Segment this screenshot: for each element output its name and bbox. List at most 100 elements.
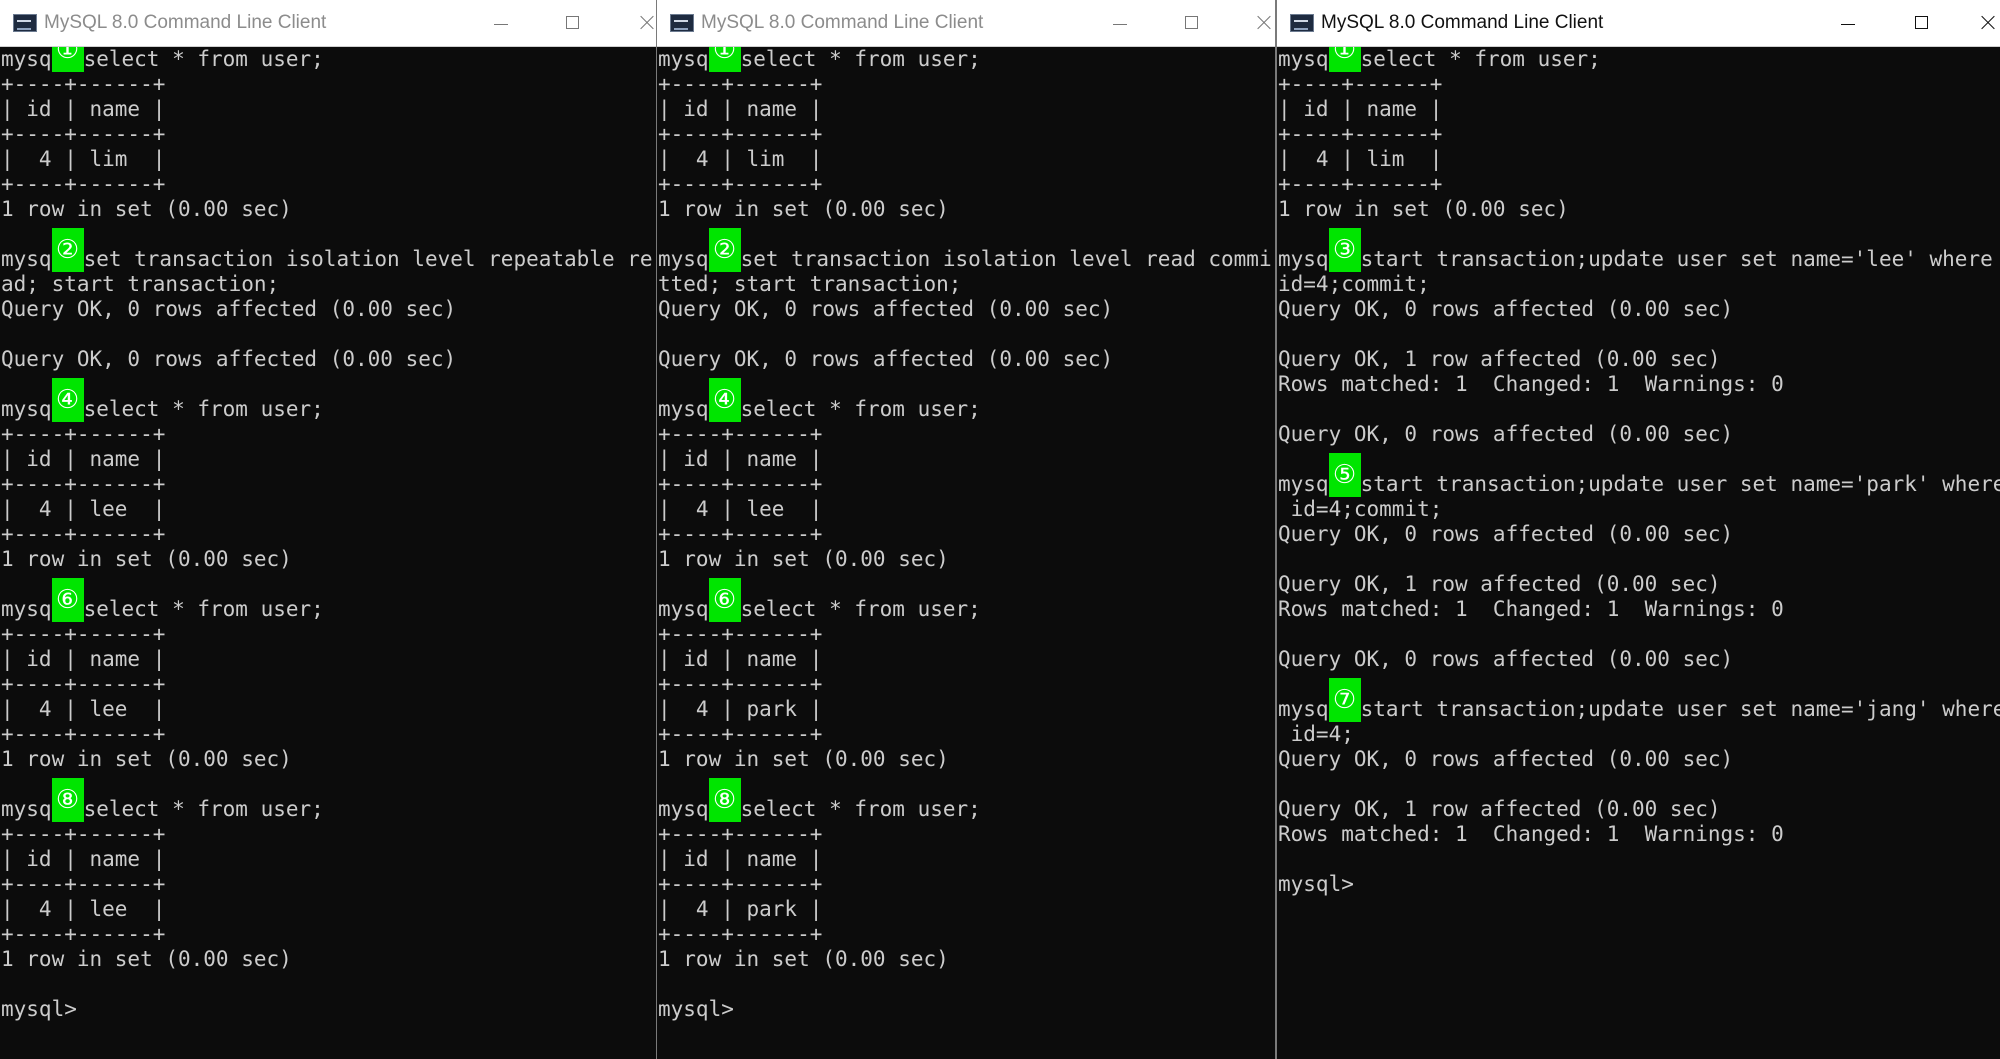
command-text: select * from user; (740, 797, 981, 821)
console-line: +----+------+ (1278, 72, 2000, 97)
console-line: | id | name | (658, 847, 1275, 872)
console-line: | id | name | (1278, 97, 2000, 122)
console-line: +----+------+ (658, 822, 1275, 847)
command-text: select * from user; (83, 597, 324, 621)
maximize-icon[interactable] (542, 0, 602, 46)
console-command-line: mysq ② set transaction isolation level rep… (1, 228, 656, 272)
title-bar[interactable]: MySQL 8.0 Command Line Client (1277, 0, 2000, 47)
step-number-badge: ⑧ (51, 778, 84, 822)
output-text: +----+------+ (658, 822, 823, 846)
minimize-icon[interactable] (1817, 0, 1877, 46)
console-command-line: mysq ⑥ select * from user; (658, 578, 1275, 622)
console-line: +----+------+ (1, 472, 656, 497)
output-text: +----+------+ (658, 872, 823, 896)
output-text: 1 row in set (0.00 sec) (658, 547, 949, 571)
console-command-line: mysq ① select * from user; (658, 47, 1275, 72)
console-command-line: mysq ⑥ select * from user; (1, 578, 656, 622)
output-text: +----+------+ (1, 722, 166, 746)
prompt-text: mysq (1278, 472, 1329, 496)
mysql-client-window-1[interactable]: MySQL 8.0 Command Line Client mysq ① selec… (0, 0, 658, 1059)
console-line: | id | name | (1, 647, 656, 672)
step-number-badge: ④ (708, 378, 741, 422)
output-text: | id | name | (658, 97, 823, 121)
prompt-text: mysq (658, 597, 709, 621)
output-text: mysql> (658, 997, 734, 1021)
console-line: 1 row in set (0.00 sec) (1, 947, 656, 972)
close-icon[interactable] (1233, 0, 1275, 46)
console-line: +----+------+ (658, 922, 1275, 947)
output-text: mysql> (1, 997, 77, 1021)
title-bar[interactable]: MySQL 8.0 Command Line Client (0, 0, 656, 47)
output-text: 1 row in set (0.00 sec) (1278, 197, 1569, 221)
output-text: | 4 | park | (658, 697, 823, 721)
minimize-icon[interactable] (1089, 0, 1149, 46)
console-line: | 4 | park | (658, 897, 1275, 922)
maximize-icon[interactable] (1161, 0, 1221, 46)
output-text: | id | name | (1, 847, 166, 871)
minimize-icon[interactable] (470, 0, 530, 46)
mysql-client-window-3[interactable]: MySQL 8.0 Command Line Client mysq ① selec… (1277, 0, 2000, 1059)
console-line: id=4;commit; (1278, 272, 2000, 297)
mysql-client-window-2[interactable]: MySQL 8.0 Command Line Client mysq ① selec… (657, 0, 1277, 1059)
console-output[interactable]: mysq ① select * from user; +----+------+ | i… (658, 47, 1275, 1059)
output-text: +----+------+ (1, 822, 166, 846)
close-icon[interactable] (616, 0, 656, 46)
title-bar[interactable]: MySQL 8.0 Command Line Client (657, 0, 1275, 47)
console-line: +----+------+ (658, 472, 1275, 497)
mysql-console-icon[interactable] (1290, 14, 1314, 32)
console-line: id=4; (1278, 722, 2000, 747)
console-line: Query OK, 0 rows affected (0.00 sec) (658, 347, 1275, 372)
console-line: Rows matched: 1 Changed: 1 Warnings: 0 (1278, 597, 2000, 622)
output-text: 1 row in set (0.00 sec) (1, 947, 292, 971)
output-text: +----+------+ (1, 672, 166, 696)
mysql-console-icon[interactable] (13, 14, 37, 32)
output-text: tted; start transaction; (658, 272, 962, 296)
console-output[interactable]: mysq ① select * from user; +----+------+ | i… (1278, 47, 2000, 1059)
console-line: +----+------+ (1, 822, 656, 847)
console-line: Query OK, 1 row affected (0.00 sec) (1278, 797, 2000, 822)
mysql-console-icon[interactable] (670, 14, 694, 32)
console-line: +----+------+ (658, 172, 1275, 197)
output-text: Query OK, 0 rows affected (0.00 sec) (1278, 647, 1734, 671)
console-line: | id | name | (1, 97, 656, 122)
console-line: +----+------+ (658, 422, 1275, 447)
console-line: 1 row in set (0.00 sec) (658, 547, 1275, 572)
prompt-text: mysq (1, 397, 52, 421)
output-text: +----+------+ (658, 72, 823, 96)
console-command-line: mysq ④ select * from user; (658, 378, 1275, 422)
command-text: select * from user; (740, 597, 981, 621)
prompt-text: mysq (1, 797, 52, 821)
window-title: MySQL 8.0 Command Line Client (1321, 12, 1604, 33)
command-text: select * from user; (1360, 47, 1601, 71)
output-text: +----+------+ (658, 622, 823, 646)
output-text: | id | name | (1278, 97, 1443, 121)
output-text: 1 row in set (0.00 sec) (1, 197, 292, 221)
console-command-line: mysq ① select * from user; (1278, 47, 2000, 72)
output-text: +----+------+ (1278, 172, 1443, 196)
console-output[interactable]: mysq ① select * from user; +----+------+ | i… (1, 47, 656, 1059)
step-number-badge: ③ (1328, 228, 1361, 272)
console-line: Query OK, 0 rows affected (0.00 sec) (1278, 747, 2000, 772)
output-text: | 4 | park | (658, 897, 823, 921)
console-line: | 4 | lim | (1, 147, 656, 172)
console-line: | 4 | park | (658, 697, 1275, 722)
console-line: | 4 | lee | (1, 897, 656, 922)
maximize-icon[interactable] (1891, 0, 1951, 46)
output-text: | 4 | lim | (1278, 147, 1443, 171)
output-text: Query OK, 0 rows affected (0.00 sec) (658, 347, 1114, 371)
console-command-line: mysq ⑧ select * from user; (658, 778, 1275, 822)
console-line: | id | name | (658, 447, 1275, 472)
console-line: +----+------+ (658, 722, 1275, 747)
prompt-text: mysq (658, 47, 709, 71)
close-icon[interactable] (1957, 0, 2000, 46)
output-text: 1 row in set (0.00 sec) (658, 947, 949, 971)
output-text: Query OK, 0 rows affected (0.00 sec) (1278, 522, 1734, 546)
